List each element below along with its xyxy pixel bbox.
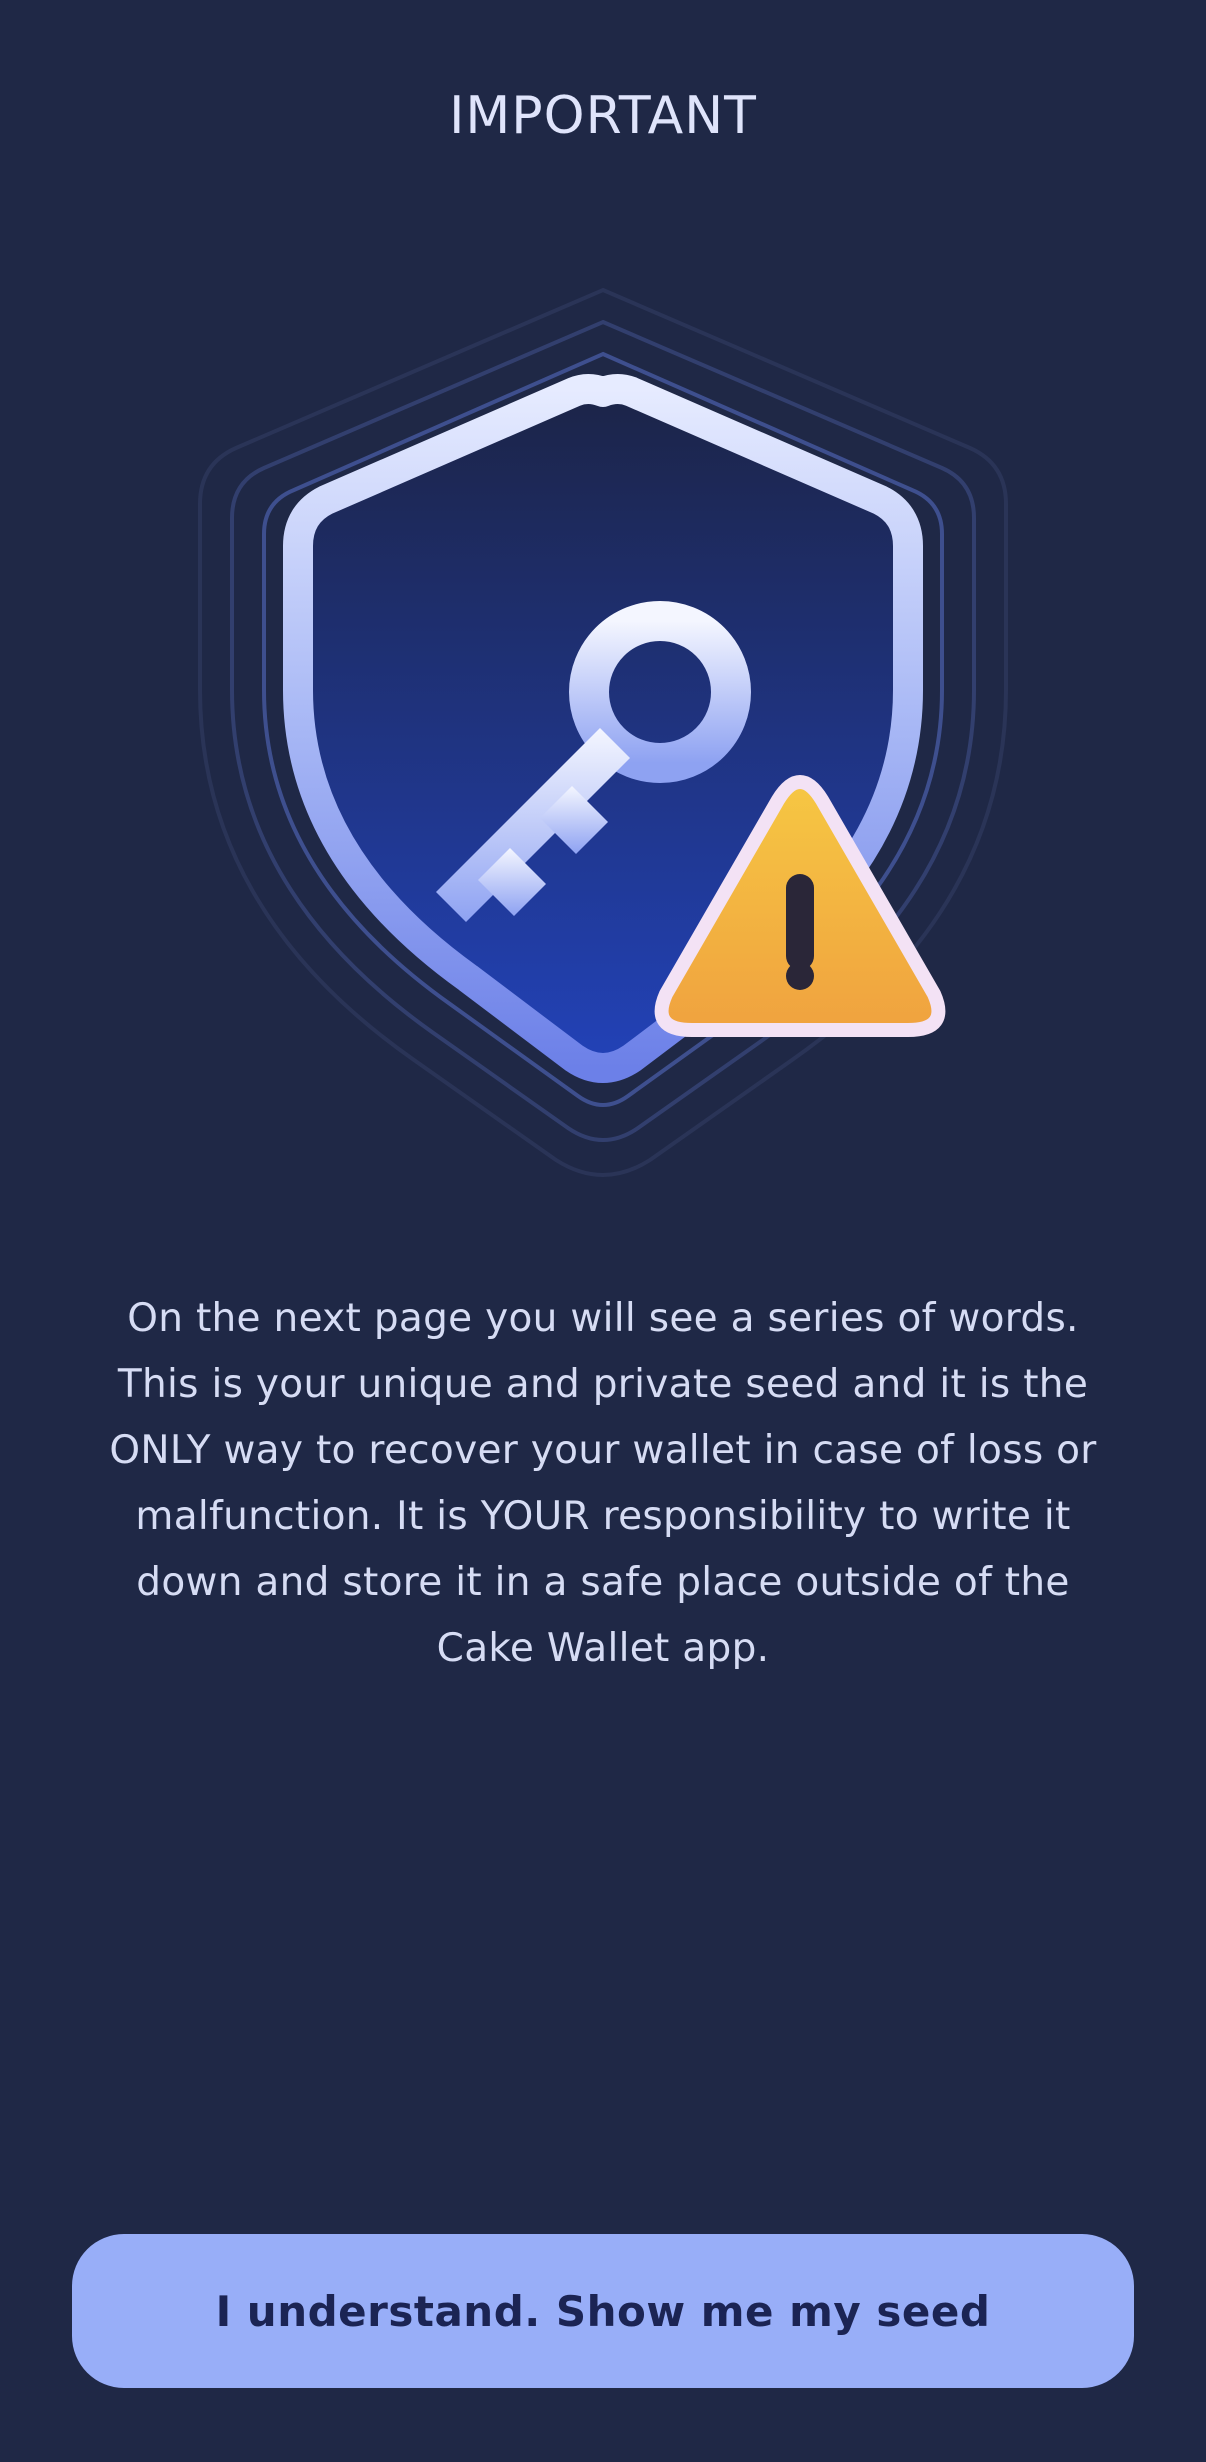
page-title: IMPORTANT xyxy=(449,86,757,146)
seed-warning-illustration xyxy=(160,270,1046,1250)
show-seed-button-label: I understand. Show me my seed xyxy=(215,2286,991,2336)
seed-warning-message: On the next page you will see a series o… xyxy=(109,1296,1097,1671)
show-seed-button[interactable]: I understand. Show me my seed xyxy=(72,2234,1134,2388)
